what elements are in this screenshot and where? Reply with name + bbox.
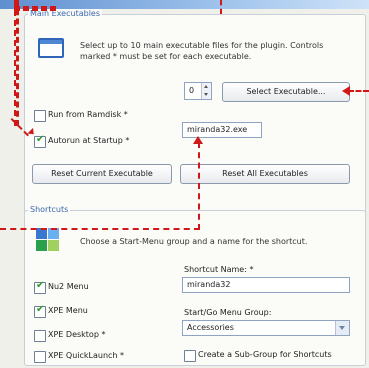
run-from-ramdisk-label: Run from Ramdisk * bbox=[48, 110, 128, 119]
annotation-dashed-path-right bbox=[348, 90, 369, 92]
chevron-down-icon[interactable] bbox=[335, 321, 349, 335]
select-executable-button[interactable]: Select Executable... bbox=[222, 82, 350, 102]
xpe-quicklaunch-label: XPE QuickLaunch * bbox=[48, 351, 125, 360]
spinner-arrows[interactable] bbox=[201, 83, 211, 99]
annotation-dashed-path-top bbox=[14, 6, 56, 11]
annotation-dashed-path-mid-vertical bbox=[198, 142, 200, 230]
nu2-menu-checkbox[interactable] bbox=[34, 280, 46, 294]
executable-index-spinner[interactable]: 0 bbox=[184, 82, 212, 100]
xpe-menu-checkbox[interactable] bbox=[34, 304, 46, 318]
annotation-dashed-path-right-top bbox=[220, 0, 222, 14]
annotation-arrow-select-icon bbox=[342, 86, 350, 96]
spinner-down-icon[interactable] bbox=[204, 93, 208, 96]
start-group-value: Accessories bbox=[187, 323, 234, 332]
start-group-select[interactable]: Accessories bbox=[182, 320, 350, 336]
start-group-label: Start/Go Menu Group: bbox=[184, 308, 272, 317]
autorun-at-startup-checkbox[interactable] bbox=[34, 134, 46, 148]
annotation-dashed-path-mid-horizontal bbox=[0, 228, 200, 230]
create-subgroup-checkbox[interactable] bbox=[184, 350, 196, 362]
main-description: Select up to 10 main executable files fo… bbox=[80, 41, 324, 61]
create-subgroup-label: Create a Sub-Group for Shortcuts bbox=[198, 350, 332, 359]
shortcuts-title: Shortcuts bbox=[28, 205, 71, 214]
xpe-desktop-label: XPE Desktop * bbox=[48, 330, 106, 339]
shortcuts-description: Choose a Start-Menu group and a name for… bbox=[80, 237, 308, 246]
plugin-executable-icon bbox=[38, 38, 64, 58]
annotation-arrow-field-icon bbox=[193, 136, 203, 144]
annotation-dashed-path-left bbox=[14, 0, 19, 126]
shortcut-name-field[interactable]: miranda32 bbox=[182, 277, 350, 293]
nu2-menu-label: Nu2 Menu bbox=[48, 282, 89, 291]
xpe-menu-label: XPE Menu bbox=[48, 306, 88, 315]
run-from-ramdisk-checkbox[interactable] bbox=[34, 110, 46, 122]
xpe-quicklaunch-checkbox[interactable] bbox=[34, 351, 46, 363]
spinner-value: 0 bbox=[189, 86, 195, 95]
reset-current-executable-button[interactable]: Reset Current Executable bbox=[32, 164, 172, 184]
start-menu-icon bbox=[36, 228, 60, 252]
shortcut-name-label: Shortcut Name: * bbox=[184, 265, 254, 274]
spinner-up-icon[interactable] bbox=[204, 85, 208, 88]
autorun-at-startup-label: Autorun at Startup * bbox=[48, 136, 130, 145]
reset-all-executables-button[interactable]: Reset All Executables bbox=[180, 164, 350, 184]
xpe-desktop-checkbox[interactable] bbox=[34, 330, 46, 342]
